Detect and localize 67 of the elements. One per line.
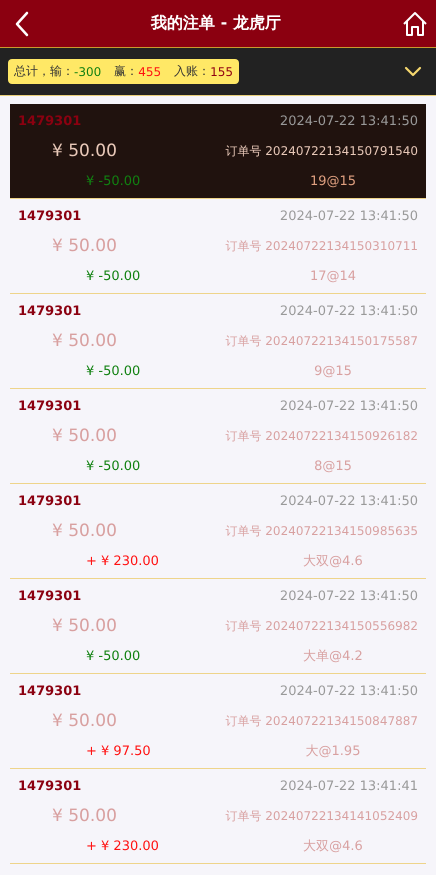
order-number: 订单号 20240722134150847887 (225, 712, 418, 730)
result-amount: + ¥ 230.00 (86, 838, 159, 854)
result-amount: ¥ -50.00 (86, 268, 140, 284)
order-row[interactable]: 1479301 2024-07-22 13:41:41 ¥ 50.00 订单号 20240722134141052409 + ¥ 230.00 大双@4.6 (10, 769, 426, 864)
result-amount: ¥ -50.00 (86, 364, 140, 378)
bet-amount: ¥ 50.00 (52, 236, 117, 256)
bet-amount: ¥ 50.00 (52, 711, 117, 731)
chevron-down-icon[interactable] (404, 66, 422, 78)
bet-choice: 大双@4.6 (302, 838, 364, 855)
user-id: 1479301 (18, 114, 82, 128)
summary-label: 赢： (114, 63, 138, 80)
order-number: 订单号 20240722134141052409 (225, 808, 418, 824)
order-number: 订单号 20240722134150926182 (225, 428, 418, 444)
summary-label: 总计， (14, 63, 50, 80)
order-row[interactable]: 1479301 2024-07-22 13:41:50 ¥ 50.00 订单号 20240722134150926182 ¥ -50.00 8@15 (10, 389, 426, 484)
order-number: 订单号 20240722134150791540 (225, 142, 418, 160)
summary-label: 入账： (174, 63, 210, 80)
order-time: 2024-07-22 13:41:50 (280, 304, 418, 318)
order-time: 2024-07-22 13:41:50 (280, 114, 418, 128)
user-id: 1479301 (18, 208, 82, 224)
user-id: 1479301 (18, 684, 82, 698)
order-number: 订单号 20240722134150556982 (225, 618, 418, 634)
bet-choice: 大单@4.2 (302, 648, 364, 665)
bet-choice: 大双@4.6 (302, 553, 364, 570)
user-id: 1479301 (18, 304, 82, 318)
order-time: 2024-07-22 13:41:50 (280, 494, 418, 508)
bet-amount: ¥ 50.00 (52, 806, 117, 826)
back-icon[interactable] (14, 10, 30, 36)
page-title: 我的注单 - 龙虎厅 (151, 13, 281, 34)
order-row[interactable]: 1479301 2024-07-22 13:41:50 ¥ 50.00 订单号 20240722134150847887 + ¥ 97.50 大@1.95 (10, 674, 426, 769)
order-time: 2024-07-22 13:41:50 (280, 684, 418, 698)
order-number: 订单号 20240722134150175587 (225, 332, 418, 350)
order-row[interactable]: 1479301 2024-07-22 13:41:50 ¥ 50.00 订单号 20240722134150175587 ¥ -50.00 9@15 (10, 294, 426, 389)
result-amount: + ¥ 97.50 (86, 744, 151, 758)
bet-amount: ¥ 50.00 (52, 331, 117, 351)
order-row[interactable]: 1479301 2024-07-22 13:41:50 ¥ 50.00 订单号 20240722134150791540 ¥ -50.00 19@15 (10, 104, 426, 199)
user-id: 1479301 (18, 778, 82, 794)
order-time: 2024-07-22 13:41:50 (280, 208, 418, 224)
bet-amount: ¥ 50.00 (52, 616, 117, 636)
result-amount: + ¥ 230.00 (86, 554, 159, 568)
order-time: 2024-07-22 13:41:50 (280, 398, 418, 414)
bet-choice: 17@14 (308, 268, 358, 284)
bet-amount: ¥ 50.00 (52, 426, 117, 446)
order-time: 2024-07-22 13:41:50 (280, 588, 418, 604)
user-id: 1479301 (18, 588, 82, 604)
order-number: 订单号 20240722134150985635 (225, 522, 418, 540)
order-row[interactable]: 1479301 2024-07-22 13:41:50 ¥ 50.00 订单号 20240722134150310711 ¥ -50.00 17@14 (10, 199, 426, 294)
bet-amount: ¥ 50.00 (52, 521, 117, 541)
summary-value: 455 (138, 64, 162, 78)
order-number: 订单号 20240722134150310711 (225, 238, 418, 254)
user-id: 1479301 (18, 494, 82, 508)
bet-choice: 8@15 (313, 458, 353, 474)
result-amount: ¥ -50.00 (86, 174, 140, 188)
result-amount: ¥ -50.00 (86, 458, 140, 474)
bet-choice: 19@15 (308, 174, 358, 188)
home-icon[interactable] (402, 10, 428, 36)
summary-value: -300 (74, 64, 102, 78)
bet-choice: 9@15 (313, 364, 353, 378)
order-row[interactable]: 1479301 2024-07-22 13:41:50 ¥ 50.00 订单号 20240722134150985635 + ¥ 230.00 大双@4.6 (10, 484, 426, 579)
order-row[interactable]: 1479301 2024-07-22 13:41:50 ¥ 50.00 订单号 20240722134150556982 ¥ -50.00 大单@4.2 (10, 579, 426, 674)
bet-choice: 大@1.95 (304, 743, 362, 760)
summary-label: 输： (50, 63, 74, 80)
summary-value: 155 (210, 64, 234, 78)
bet-amount: ¥ 50.00 (52, 141, 117, 161)
user-id: 1479301 (18, 398, 82, 414)
result-amount: ¥ -50.00 (86, 648, 140, 664)
order-time: 2024-07-22 13:41:41 (280, 778, 418, 794)
